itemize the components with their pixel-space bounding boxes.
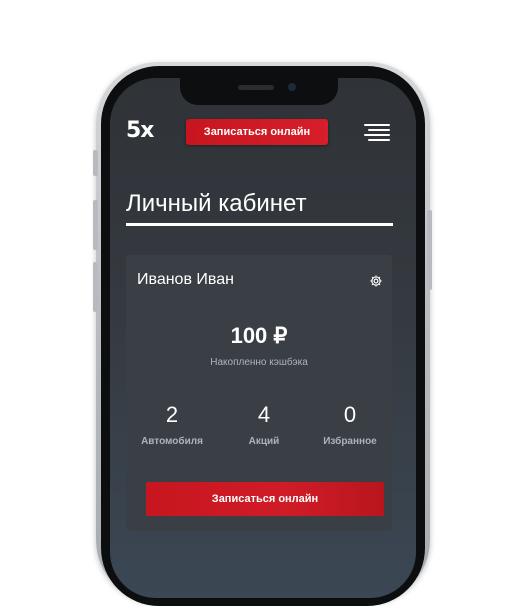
front-camera	[288, 83, 296, 91]
book-online-button[interactable]: Записаться онлайн	[146, 482, 384, 516]
stat-favorites-label: Избранное	[323, 436, 377, 447]
gear-icon[interactable]	[369, 274, 383, 288]
menu-line	[364, 134, 390, 136]
stat-promos-label: Акций	[248, 436, 280, 447]
menu-line	[368, 139, 390, 141]
speaker-grille	[238, 85, 274, 90]
phone-side-button	[427, 210, 432, 290]
menu-line	[368, 129, 390, 131]
stat-cars-value: 2	[165, 402, 179, 427]
phone-side-button	[93, 200, 98, 250]
menu-line	[364, 124, 390, 126]
cashback-label: Накопленно кэшбэка	[210, 357, 308, 368]
user-name: Иванов Иван	[137, 271, 234, 288]
header-book-online-button[interactable]: Записаться онлайн	[186, 119, 328, 145]
phone-side-button	[93, 150, 98, 176]
phone-notch	[180, 76, 338, 105]
phone-side-button	[93, 262, 98, 312]
stat-cars-label: Автомобиля	[141, 436, 203, 447]
cashback-amount: 100 ₽	[230, 323, 288, 348]
app-logo[interactable]: 5x	[126, 118, 154, 143]
page-title: Личный кабинет	[126, 190, 307, 217]
title-underline	[126, 223, 393, 226]
hamburger-icon[interactable]	[364, 124, 390, 141]
stat-favorites-value: 0	[343, 402, 357, 427]
stat-promos-value: 4	[257, 402, 271, 427]
